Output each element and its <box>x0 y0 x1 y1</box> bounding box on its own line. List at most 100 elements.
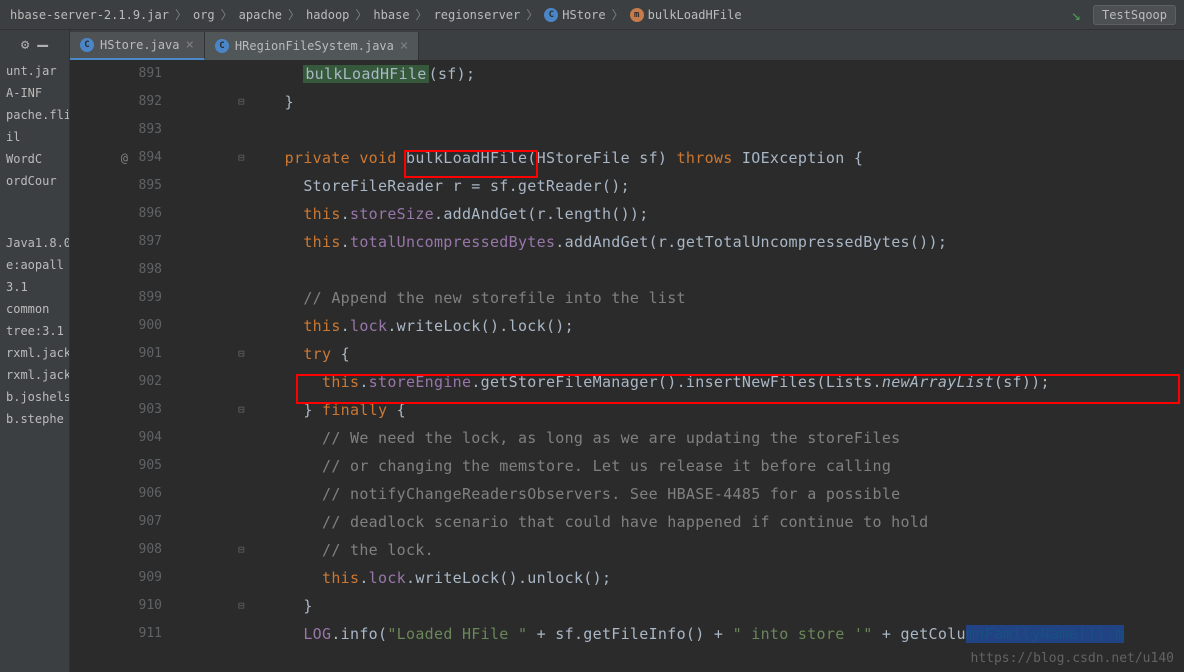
code-line[interactable]: 909 this.lock.writeLock().unlock(); <box>70 564 1184 592</box>
sidebar-item[interactable]: pache.fli <box>0 104 69 126</box>
code-line[interactable]: 906 // notifyChangeReadersObservers. See… <box>70 480 1184 508</box>
line-number: 908 <box>70 536 180 564</box>
sidebar-item[interactable] <box>0 224 69 232</box>
close-icon[interactable]: × <box>185 37 193 53</box>
method-icon: m <box>630 8 644 22</box>
sidebar-item[interactable]: WordC <box>0 148 69 170</box>
code-line[interactable]: 900 this.lock.writeLock().lock(); <box>70 312 1184 340</box>
sidebar-item[interactable]: ordCour <box>0 170 69 192</box>
build-icon[interactable]: ↘ <box>1071 5 1081 24</box>
sidebar-item[interactable] <box>0 192 69 200</box>
code-editor[interactable]: 891 bulkLoadHFile(sf);892⊟ }893894@⊟ pri… <box>70 60 1184 672</box>
tab-label: HRegionFileSystem.java <box>235 39 394 53</box>
gear-icon[interactable]: ⚙ <box>21 37 29 53</box>
code-line[interactable]: 892 ⊟ } <box>70 88 1184 116</box>
fold-marker-icon[interactable]: ⊟ <box>238 340 245 368</box>
code-line[interactable]: 903⊟ } finally { <box>70 396 1184 424</box>
code-text[interactable]: this.totalUncompressedBytes.addAndGet(r.… <box>180 228 947 256</box>
sidebar-item[interactable]: il <box>0 126 69 148</box>
code-text[interactable]: // deadlock scenario that could have hap… <box>180 508 929 536</box>
code-text[interactable]: try { <box>180 340 350 368</box>
code-line[interactable]: 907 // deadlock scenario that could have… <box>70 508 1184 536</box>
code-text[interactable]: this.storeSize.addAndGet(r.length()); <box>180 200 649 228</box>
breadcrumb-class[interactable]: C HStore <box>542 8 607 22</box>
fold-marker-icon[interactable]: ⊟ <box>238 396 245 424</box>
code-text[interactable]: // We need the lock, as long as we are u… <box>180 424 901 452</box>
sidebar-item[interactable]: A-INF <box>0 82 69 104</box>
code-line[interactable]: 896 this.storeSize.addAndGet(r.length())… <box>70 200 1184 228</box>
editor-tab[interactable]: CHStore.java× <box>70 32 205 60</box>
run-config-selector[interactable]: TestSqoop <box>1093 5 1176 25</box>
code-line[interactable]: 891 bulkLoadHFile(sf); <box>70 60 1184 88</box>
sidebar-item[interactable] <box>0 200 69 208</box>
code-text[interactable]: this.storeEngine.getStoreFileManager().i… <box>180 368 1050 396</box>
code-text[interactable]: private void bulkLoadHFile(HStoreFile sf… <box>180 144 863 172</box>
code-line[interactable]: 899 // Append the new storefile into the… <box>70 284 1184 312</box>
chevron-right-icon: 〉 <box>416 6 428 23</box>
editor-tab[interactable]: CHRegionFileSystem.java× <box>205 32 419 60</box>
sidebar-item[interactable]: common <box>0 298 69 320</box>
code-line[interactable]: 893 <box>70 116 1184 144</box>
line-number: 893 <box>70 116 180 144</box>
code-text[interactable]: this.lock.writeLock().unlock(); <box>180 564 611 592</box>
line-number: 898 <box>70 256 180 284</box>
sidebar-item[interactable]: e:aopall <box>0 254 69 276</box>
code-line[interactable]: 898 <box>70 256 1184 284</box>
code-line[interactable]: 901 ⊟ try { <box>70 340 1184 368</box>
line-number: 892 <box>70 88 180 116</box>
code-text[interactable]: StoreFileReader r = sf.getReader(); <box>180 172 630 200</box>
code-line[interactable]: 902 this.storeEngine.getStoreFileManager… <box>70 368 1184 396</box>
code-text[interactable]: } <box>180 592 313 620</box>
run-config-label: TestSqoop <box>1102 8 1167 22</box>
code-text[interactable]: bulkLoadHFile(sf); <box>180 60 475 88</box>
line-number: 901 <box>70 340 180 368</box>
line-number: 909 <box>70 564 180 592</box>
code-text[interactable]: // the lock. <box>180 536 434 564</box>
code-text[interactable]: } <box>180 88 294 116</box>
sidebar-item[interactable]: Java1.8.0 <box>0 232 69 254</box>
breadcrumb-hadoop[interactable]: hadoop <box>304 8 351 22</box>
code-line[interactable]: 897 this.totalUncompressedBytes.addAndGe… <box>70 228 1184 256</box>
project-sidebar[interactable]: ⚙ — unt.jarA-INFpache.fliilWordCordCour J… <box>0 30 70 672</box>
fold-marker-icon[interactable]: ⊟ <box>238 592 245 620</box>
sidebar-item[interactable] <box>0 208 69 216</box>
sidebar-item[interactable]: tree:3.1 <box>0 320 69 342</box>
fold-marker-icon[interactable]: ⊟ <box>238 88 245 116</box>
sidebar-item[interactable]: rxml.jack <box>0 364 69 386</box>
code-text[interactable] <box>180 116 266 144</box>
code-line[interactable]: 894@⊟ private void bulkLoadHFile(HStoreF… <box>70 144 1184 172</box>
breadcrumb-regionserver[interactable]: regionserver <box>432 8 523 22</box>
sidebar-item[interactable] <box>0 216 69 224</box>
breadcrumb-method-label: bulkLoadHFile <box>648 8 742 22</box>
breadcrumb-method[interactable]: m bulkLoadHFile <box>628 8 744 22</box>
sidebar-item[interactable]: unt.jar <box>0 60 69 82</box>
sidebar-item[interactable]: b.stephe <box>0 408 69 430</box>
collapse-icon[interactable]: — <box>37 35 48 56</box>
code-line[interactable]: 911 LOG.info("Loaded HFile " + sf.getFil… <box>70 620 1184 648</box>
code-text[interactable]: } finally { <box>180 396 406 424</box>
code-line[interactable]: 904 // We need the lock, as long as we a… <box>70 424 1184 452</box>
sidebar-item[interactable]: b.joshels <box>0 386 69 408</box>
fold-marker-icon[interactable]: ⊟ <box>238 144 245 172</box>
code-text[interactable]: LOG.info("Loaded HFile " + sf.getFileInf… <box>180 620 1124 648</box>
sidebar-item[interactable]: rxml.jack <box>0 342 69 364</box>
code-line[interactable]: 908 ⊟ // the lock. <box>70 536 1184 564</box>
breadcrumb-hbase[interactable]: hbase <box>371 8 411 22</box>
line-number: 911 <box>70 620 180 648</box>
code-text[interactable]: // or changing the memstore. Let us rele… <box>180 452 891 480</box>
line-number: 900 <box>70 312 180 340</box>
close-icon[interactable]: × <box>400 38 408 54</box>
sidebar-item[interactable]: 3.1 <box>0 276 69 298</box>
code-line[interactable]: 905 // or changing the memstore. Let us … <box>70 452 1184 480</box>
fold-marker-icon[interactable]: ⊟ <box>238 536 245 564</box>
code-text[interactable]: // Append the new storefile into the lis… <box>180 284 686 312</box>
code-text[interactable]: // notifyChangeReadersObservers. See HBA… <box>180 480 901 508</box>
code-text[interactable] <box>180 256 266 284</box>
breadcrumb-jar[interactable]: hbase-server-2.1.9.jar <box>8 8 171 22</box>
code-line[interactable]: 895 StoreFileReader r = sf.getReader(); <box>70 172 1184 200</box>
code-line[interactable]: 910⊟ } <box>70 592 1184 620</box>
breadcrumb-org[interactable]: org <box>191 8 217 22</box>
chevron-right-icon: 〉 <box>175 6 187 23</box>
breadcrumb-apache[interactable]: apache <box>237 8 284 22</box>
code-text[interactable]: this.lock.writeLock().lock(); <box>180 312 574 340</box>
